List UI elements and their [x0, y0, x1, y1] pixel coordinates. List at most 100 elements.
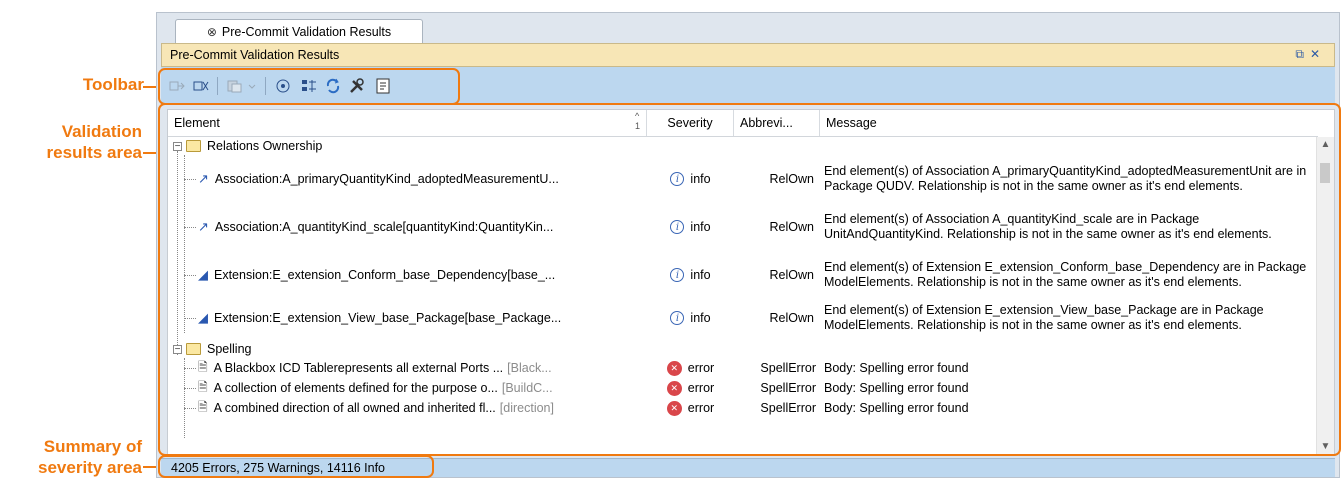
element-name: Extension:E_extension_Conform_base_Depen…: [214, 268, 556, 282]
group-button[interactable]: [299, 76, 319, 96]
severity-label: error: [687, 361, 715, 375]
table-row[interactable]: ◢ Extension:E_extension_View_base_Packag…: [168, 299, 1318, 337]
element-owner: [Black...: [507, 361, 552, 375]
tools-icon: [350, 78, 364, 93]
group-icon: [302, 80, 316, 92]
error-icon: ✕: [666, 380, 682, 396]
message-cell: Body: Spelling error found: [824, 401, 969, 415]
navigate-to-element-button[interactable]: [167, 76, 187, 96]
element-name: Association:A_primaryQuantityKind_adopte…: [214, 172, 559, 186]
table-row[interactable]: 🗎 A collection of elements defined for t…: [168, 378, 1318, 398]
report-button[interactable]: [373, 76, 393, 96]
table-row[interactable]: 🗎 A Blackbox ICD Tablerepresents all ext…: [168, 358, 1318, 378]
association-icon: ↗: [198, 219, 209, 234]
element-name: Extension:E_extension_View_base_Package[…: [214, 311, 562, 325]
panel-title-bar: Pre-Commit Validation Results ⧉✕: [161, 43, 1335, 67]
tree-connector: [184, 388, 196, 389]
table-row[interactable]: 🗎 A combined direction of all owned and …: [168, 398, 1318, 418]
navigate-to-element-icon: [169, 81, 185, 91]
severity-summary-bar: 4205 Errors, 275 Warnings, 14116 Info: [161, 458, 1335, 477]
info-icon: i: [670, 172, 685, 186]
filter-icon: [276, 79, 290, 93]
tab-pre-commit-validation-results[interactable]: ⊗ Pre-Commit Validation Results: [175, 19, 423, 44]
severity-label: error: [687, 401, 715, 415]
error-icon: ✕: [666, 360, 682, 376]
scroll-thumb[interactable]: [1320, 163, 1330, 183]
element-cell: ◢ Extension:E_extension_Conform_base_Dep…: [198, 251, 647, 299]
message-cell: End element(s) of Extension E_extension_…: [824, 302, 1264, 333]
group-label: Relations Ownership: [186, 137, 322, 155]
column-header-abbreviation[interactable]: Abbrevi...: [734, 110, 820, 136]
validation-results-window: ⊗ Pre-Commit Validation Results Pre-Comm…: [156, 12, 1340, 478]
severity-cell: i info: [647, 299, 734, 337]
element-cell: ◢ Extension:E_extension_View_base_Packag…: [198, 299, 647, 337]
column-header-element-label: Element: [174, 116, 220, 130]
severity-cell: ✕ error: [647, 398, 734, 418]
tree-connector: [184, 275, 196, 276]
callout-validation-line2: results area: [46, 143, 142, 162]
abbreviation-cell: SpellError: [760, 401, 816, 415]
window-controls: ⧉✕: [1295, 47, 1326, 62]
refresh-button[interactable]: [323, 76, 343, 96]
severity-label: info: [690, 172, 711, 186]
collapse-toggle[interactable]: −: [173, 142, 182, 152]
solve-dropdown-button[interactable]: [225, 76, 259, 96]
severity-label: info: [690, 268, 711, 282]
element-name: A combined direction of all owned and in…: [213, 401, 496, 415]
column-header-message[interactable]: Message: [820, 110, 1318, 136]
scroll-up-icon[interactable]: ▲: [1317, 137, 1334, 153]
collapse-toggle[interactable]: −: [173, 345, 182, 355]
tab-label: Pre-Commit Validation Results: [221, 25, 392, 39]
abbreviation-cell: RelOwn: [769, 268, 814, 282]
toolbar-separator: [217, 77, 218, 95]
element-name: A Blackbox ICD Tablerepresents all exter…: [213, 361, 504, 375]
abbreviation-cell: SpellError: [760, 361, 816, 375]
message-cell: Body: Spelling error found: [824, 381, 969, 395]
element-cell: 🗎 A collection of elements defined for t…: [198, 378, 647, 398]
vertical-scrollbar[interactable]: ▲ ▼: [1316, 137, 1334, 455]
message-cell: End element(s) of Extension E_extension_…: [824, 259, 1307, 290]
navigate-button[interactable]: [191, 76, 211, 96]
validation-results-table: Element ^ 1 Severity Abbrevi... Message −…: [167, 109, 1335, 456]
tree-connector: [184, 408, 196, 409]
group-label: Spelling: [186, 340, 251, 358]
group-row-relations-ownership[interactable]: − Relations Ownership: [168, 137, 1318, 155]
callout-summary-line1: Summary of: [43, 437, 142, 456]
info-icon: i: [670, 311, 685, 325]
column-header-element[interactable]: Element ^ 1: [168, 110, 647, 136]
element-cell: 🗎 A combined direction of all owned and …: [198, 398, 647, 418]
comment-icon: 🗎: [198, 359, 208, 374]
extension-icon: ◢: [198, 267, 208, 282]
callout-summary-severity: Summary of severity area: [0, 436, 142, 478]
severity-cell: i info: [647, 251, 734, 299]
solve-dropdown-icon: [227, 80, 256, 93]
table-row[interactable]: ↗ Association:A_quantityKind_scale[quant…: [168, 203, 1318, 251]
tree-connector: [184, 368, 196, 369]
abbreviation-cell: RelOwn: [769, 311, 814, 325]
toolbar-separator: [265, 77, 266, 95]
message-cell: Body: Spelling error found: [824, 361, 969, 375]
abbreviation-cell: SpellError: [760, 381, 816, 395]
column-header-severity[interactable]: Severity: [647, 110, 734, 136]
group-row-spelling[interactable]: − Spelling: [168, 340, 1318, 358]
tree-connector: [184, 179, 196, 180]
callout-summary-line2: severity area: [38, 458, 142, 477]
severity-cell: i info: [647, 203, 734, 251]
message-cell: End element(s) of Association A_primaryQ…: [824, 163, 1307, 194]
close-icon[interactable]: ✕: [1310, 47, 1326, 61]
comment-icon: 🗎: [198, 379, 208, 394]
filter-button[interactable]: [273, 76, 293, 96]
message-cell: End element(s) of Association A_quantity…: [824, 211, 1272, 242]
table-row[interactable]: ↗ Association:A_primaryQuantityKind_adop…: [168, 155, 1318, 203]
restore-icon[interactable]: ⧉: [1295, 47, 1310, 61]
table-row[interactable]: ◢ Extension:E_extension_Conform_base_Dep…: [168, 251, 1318, 299]
callout-validation-results: Validation results area: [5, 121, 142, 163]
sort-indicator: ^ 1: [634, 111, 640, 131]
group-name: Relations Ownership: [207, 139, 323, 153]
toolbar: [161, 67, 1335, 103]
report-icon: [376, 78, 390, 94]
scroll-down-icon[interactable]: ▼: [1317, 439, 1334, 455]
tools-button[interactable]: [347, 76, 367, 96]
association-icon: ↗: [198, 171, 209, 186]
abbreviation-cell: RelOwn: [769, 220, 814, 234]
